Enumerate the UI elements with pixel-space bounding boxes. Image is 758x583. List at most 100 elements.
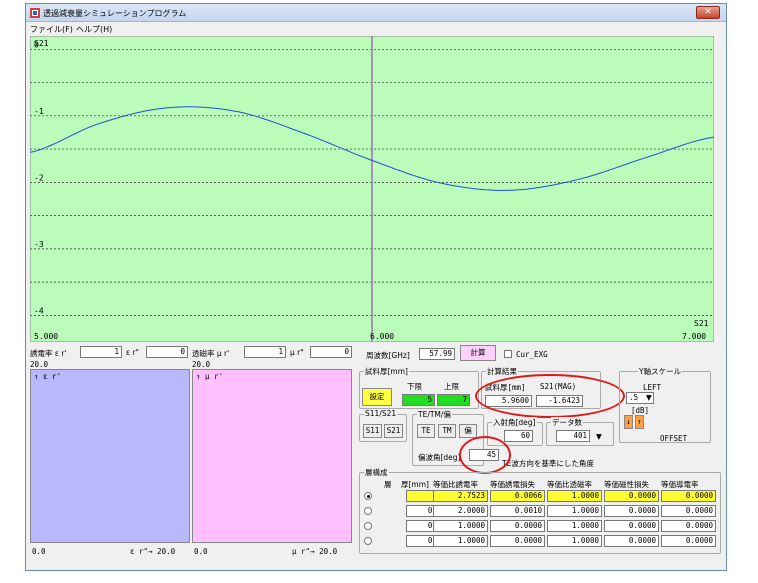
count-title: データ数 (551, 417, 583, 428)
er-ymax: 20.0 (30, 360, 49, 369)
title-bar: 透過減衰量シミュレーションプログラム ✕ (26, 4, 726, 22)
s11-button[interactable]: S11 (363, 424, 382, 438)
te-button[interactable]: TE (417, 424, 435, 438)
plot-title-right: S21 (694, 319, 709, 328)
sparam-title: S11/S21 (364, 409, 398, 418)
layer-radio[interactable] (364, 522, 372, 530)
y-tick-label: -4 (34, 306, 44, 315)
angle-input[interactable]: 60 (504, 430, 533, 442)
er2-label: ε r" (126, 348, 139, 357)
layers-header-thickness: 厚[mm] (401, 480, 429, 489)
er-xlabel: ε r"→ 20.0 (130, 547, 176, 556)
calc-button[interactable]: 計算 (460, 345, 496, 361)
layers-header-conductivity: 等価導電率 (661, 480, 699, 489)
layer-radio[interactable] (364, 507, 372, 515)
offset-up-button[interactable]: ↑ (635, 415, 644, 429)
mu-xmin: 0.0 (194, 547, 208, 556)
result-title: 計算結果 (486, 366, 518, 377)
pol-angle-note: TE波方向を基準にした角度 (502, 459, 594, 468)
tm-button[interactable]: TM (438, 424, 456, 438)
y-tick-label: 0 (34, 40, 39, 49)
layer-cell[interactable]: 2.7523 (433, 490, 488, 502)
yscale-unit: [dB] (631, 406, 650, 415)
cur-exg-checkbox[interactable] (504, 350, 512, 358)
layer-cell[interactable]: 0.0000 (661, 505, 716, 517)
layer-cell[interactable]: 1.0000 (433, 520, 488, 532)
count-select[interactable]: 401 (556, 430, 590, 442)
app-icon (30, 8, 40, 18)
er-xmin: 0.0 (32, 547, 46, 556)
offset-label: OFFSET (660, 434, 688, 443)
layer-cell[interactable]: 0.0000 (604, 520, 659, 532)
lower-input[interactable]: 5 (402, 394, 435, 406)
yscale-left-label: LEFT (643, 383, 662, 392)
layer-cell[interactable]: 0.0000 (490, 520, 545, 532)
layer-cell[interactable]: 0.0000 (661, 535, 716, 547)
count-dropdown-icon[interactable]: ▼ (596, 432, 602, 441)
highlight-circle-polangle (459, 436, 511, 474)
freq-label: 周波数[GHz] (366, 351, 410, 360)
x-tick-right: 7.000 (682, 332, 706, 341)
s21-button[interactable]: S21 (384, 424, 403, 438)
layer-cell[interactable]: 0.0000 (661, 490, 716, 502)
layers-header-permeability: 等価比透磁率 (547, 480, 592, 489)
er2-input[interactable]: 0 (146, 346, 188, 358)
layer-cell[interactable]: 0.0000 (661, 520, 716, 532)
freq-input[interactable]: 57.99 (419, 348, 455, 360)
offset-down-button[interactable]: ↓ (624, 415, 633, 429)
pol-button[interactable]: 偏 (459, 424, 477, 438)
mu-axis-label: ↑ μ r' (196, 372, 224, 381)
close-button[interactable]: ✕ (696, 6, 720, 19)
upper-input[interactable]: 7 (437, 394, 470, 406)
layer-cell[interactable]: 0.0000 (490, 535, 545, 547)
layers-header-magnetic-loss: 等価磁性損失 (604, 480, 649, 489)
menu-bar: ファイル(F) ヘルプ(H) (26, 22, 726, 36)
thickness-setting-button[interactable]: 設定 (362, 388, 392, 406)
upper-label: 上限 (444, 382, 459, 391)
menu-help[interactable]: ヘルプ(H) (76, 24, 112, 35)
yscale-title: Y軸スケール (638, 366, 683, 377)
layer-cell[interactable]: 1.0000 (547, 490, 602, 502)
layers-header-permittivity: 等価比誘電率 (433, 480, 478, 489)
layer-cell[interactable]: 1.0000 (547, 535, 602, 547)
pol-angle-label: 偏波角[deg] (418, 453, 461, 462)
y-tick-label: -3 (34, 240, 44, 249)
er-input[interactable]: 1 (80, 346, 122, 358)
layer-cell[interactable]: 0.0000 (604, 490, 659, 502)
layer-cell[interactable]: 1.0000 (547, 505, 602, 517)
s21-plot: S21 S21 0-1-2-3-4 5.000 6.000 7.000 (30, 36, 714, 342)
layer-radio[interactable] (364, 537, 372, 545)
window-title: 透過減衰量シミュレーションプログラム (43, 9, 187, 18)
mu-xlabel: μ r"→ 20.0 (292, 547, 338, 556)
layers-header-layer: 層 (384, 480, 392, 489)
yscale-dropdown-icon[interactable]: ▼ (646, 393, 652, 402)
mu-plot: ↑ μ r' (192, 369, 352, 543)
layer-radio[interactable] (364, 492, 372, 500)
highlight-circle-result (475, 374, 625, 418)
lower-label: 下限 (407, 382, 422, 391)
y-tick-label: -1 (34, 107, 44, 116)
menu-file[interactable]: ファイル(F) (30, 24, 73, 35)
er-axis-label: ↑ ε r' (34, 372, 62, 381)
layers-header-dielectric-loss: 等価誘電損失 (490, 480, 535, 489)
x-tick-left: 5.000 (34, 332, 58, 341)
layer-cell[interactable]: 1.0000 (433, 535, 488, 547)
layer-cell[interactable]: 0.0000 (604, 505, 659, 517)
layer-cell[interactable]: 2.0000 (433, 505, 488, 517)
er-plot: ↑ ε r' (30, 369, 190, 543)
mu-label: 透磁率 μ r' (192, 349, 230, 358)
mu2-label: μ r" (290, 348, 304, 357)
mu-input[interactable]: 1 (244, 346, 286, 358)
mu2-input[interactable]: 0 (310, 346, 352, 358)
layer-cell[interactable]: 0.0066 (490, 490, 545, 502)
thickness-title: 試料厚[mm] (364, 366, 409, 377)
x-tick-mid: 6.000 (370, 332, 394, 341)
y-tick-label: -2 (34, 173, 44, 182)
mu-ymax: 20.0 (192, 360, 211, 369)
layer-cell[interactable]: 0.0000 (604, 535, 659, 547)
layers-title: 層構成 (364, 467, 389, 478)
cur-exg-label: Cur_EXG (516, 350, 548, 359)
layer-cell[interactable]: 0.0010 (490, 505, 545, 517)
angle-title: 入射角[deg] (492, 417, 537, 428)
layer-cell[interactable]: 1.0000 (547, 520, 602, 532)
